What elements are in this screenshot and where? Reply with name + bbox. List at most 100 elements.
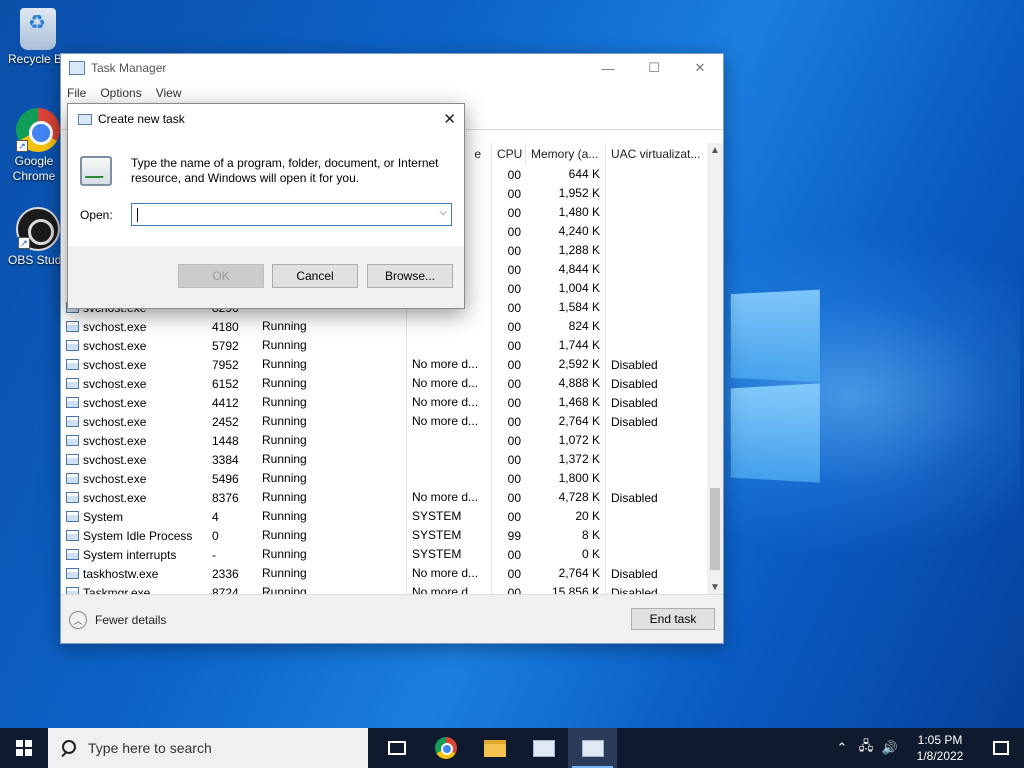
end-task-button[interactable]: End task: [631, 608, 715, 630]
table-row[interactable]: svchost.exe 4180 Running 00 824 K: [61, 317, 709, 336]
start-button[interactable]: [0, 728, 48, 768]
taskbar-task-manager[interactable]: [519, 728, 568, 768]
process-uac: Disabled: [611, 490, 658, 505]
table-row[interactable]: svchost.exe 2452 Running No more d... 00 2,76…: [61, 412, 709, 431]
taskbar-run-dialog[interactable]: [568, 728, 617, 768]
process-user: No more d...: [407, 355, 492, 374]
table-row[interactable]: svchost.exe 3384 Running 00 1,372 K: [61, 450, 709, 469]
volume-icon[interactable]: 🔊: [878, 740, 902, 756]
action-center-button[interactable]: [978, 741, 1024, 755]
dialog-titlebar[interactable]: Create new task: [68, 104, 464, 134]
process-user: No more d...: [407, 374, 492, 393]
window-title: Task Manager: [91, 61, 167, 75]
taskbar-chrome[interactable]: [421, 728, 470, 768]
process-cpu: 00: [507, 414, 521, 429]
desktop-icon-label: OBS Studio: [8, 253, 60, 267]
process-user: [407, 431, 492, 450]
scroll-up-arrow-icon[interactable]: ▲: [710, 145, 720, 156]
table-row[interactable]: System 4 Running SYSTEM 00 20 K: [61, 507, 709, 526]
table-row[interactable]: System interrupts - Running SYSTEM 00 0 K: [61, 545, 709, 564]
chevron-down-icon[interactable]: ⌵: [439, 207, 447, 218]
process-memory: 2,592 K: [526, 355, 606, 374]
scroll-down-arrow-icon[interactable]: ▼: [710, 582, 720, 593]
menu-view[interactable]: View: [156, 86, 182, 100]
task-manager-footer: ︿ Fewer details End task: [61, 594, 723, 643]
process-memory: 1,584 K: [526, 298, 606, 317]
process-name: svchost.exe: [83, 357, 147, 372]
table-row[interactable]: svchost.exe 8376 Running No more d... 00 4,72…: [61, 488, 709, 507]
text-caret: [137, 208, 138, 222]
process-icon: [66, 416, 79, 427]
table-row[interactable]: taskhostw.exe 2336 Running No more d... 00 2,…: [61, 564, 709, 583]
process-icon: [66, 435, 79, 446]
process-pid: 1448: [212, 433, 239, 448]
browse-button[interactable]: Browse...: [367, 264, 453, 288]
process-memory: 1,004 K: [526, 279, 606, 298]
shortcut-arrow-icon: ↗: [18, 237, 30, 249]
desktop-icon-google-chrome[interactable]: ↗ Google Chrome: [8, 108, 68, 184]
close-button[interactable]: ✕: [677, 54, 723, 82]
table-row[interactable]: svchost.exe 6152 Running No more d... 00 4,88…: [61, 374, 709, 393]
network-icon[interactable]: 🖧: [854, 737, 878, 759]
desktop-icon-recycle-bin[interactable]: Recycle Bin: [8, 8, 68, 67]
table-row[interactable]: svchost.exe 5792 Running 00 1,744 K: [61, 336, 709, 355]
table-row[interactable]: svchost.exe 5496 Running 00 1,800 K: [61, 469, 709, 488]
process-name: svchost.exe: [83, 395, 147, 410]
process-name-cell: svchost.exe: [61, 377, 207, 391]
column-header-cpu[interactable]: CPU: [492, 143, 526, 165]
dialog-app-icon: [78, 113, 92, 125]
obs-icon: ↗: [16, 207, 60, 251]
process-memory: 1,952 K: [526, 184, 606, 203]
table-row[interactable]: svchost.exe 7952 Running No more d... 00 2,59…: [61, 355, 709, 374]
search-icon: [60, 740, 76, 756]
process-icon: [66, 340, 79, 351]
desktop-icon-obs-studio[interactable]: ↗ OBS Studio: [8, 207, 68, 268]
process-uac: Disabled: [611, 357, 658, 372]
process-memory: 824 K: [526, 317, 606, 336]
process-status: Running: [257, 450, 407, 469]
chevron-up-icon[interactable]: ⌃: [830, 740, 854, 756]
process-name-cell: svchost.exe: [61, 358, 207, 372]
process-user: [407, 450, 492, 469]
table-row[interactable]: svchost.exe 1448 Running 00 1,072 K: [61, 431, 709, 450]
maximize-button[interactable]: ☐: [631, 54, 677, 82]
process-status: Running: [257, 507, 407, 526]
menu-file[interactable]: File: [67, 86, 86, 100]
process-name: System Idle Process: [83, 528, 193, 543]
clock[interactable]: 1:05 PM 1/8/2022: [902, 732, 978, 764]
open-combobox[interactable]: ⌵: [131, 203, 452, 226]
scrollbar-thumb[interactable]: [710, 488, 720, 570]
ok-button[interactable]: OK: [178, 264, 264, 288]
cancel-button[interactable]: Cancel: [272, 264, 358, 288]
vertical-scrollbar[interactable]: ▲ ▼: [707, 143, 723, 595]
process-cpu: 00: [507, 243, 521, 258]
process-status: Running: [257, 431, 407, 450]
taskbar-file-explorer[interactable]: [470, 728, 519, 768]
process-user: SYSTEM: [407, 507, 492, 526]
process-name-cell: taskhostw.exe: [61, 567, 207, 581]
open-input[interactable]: [132, 204, 422, 225]
process-status: Running: [257, 336, 407, 355]
process-pid: 2452: [212, 414, 239, 429]
minimize-button[interactable]: —: [585, 54, 631, 82]
process-name-cell: svchost.exe: [61, 453, 207, 467]
taskbar-search-box[interactable]: Type here to search: [48, 728, 368, 768]
process-icon: [66, 359, 79, 370]
open-label: Open:: [80, 208, 113, 222]
menu-options[interactable]: Options: [100, 86, 141, 100]
process-memory: 1,072 K: [526, 431, 606, 450]
process-name: taskhostw.exe: [83, 566, 159, 581]
process-pid: 2336: [212, 566, 239, 581]
fewer-details-link[interactable]: ︿ Fewer details: [69, 611, 166, 629]
process-memory: 20 K: [526, 507, 606, 526]
task-view-button[interactable]: [372, 728, 421, 768]
column-header-memory[interactable]: Memory (a...: [526, 143, 606, 165]
process-cpu: 00: [507, 376, 521, 391]
table-row[interactable]: System Idle Process 0 Running SYSTEM 99 8 K: [61, 526, 709, 545]
create-new-task-dialog[interactable]: Create new task ✕ Type the name of a pro…: [67, 103, 465, 309]
dialog-close-icon[interactable]: ✕: [443, 110, 456, 128]
table-row[interactable]: svchost.exe 4412 Running No more d... 00 1,46…: [61, 393, 709, 412]
process-name: svchost.exe: [83, 433, 147, 448]
column-header-uac[interactable]: UAC virtualizat...: [606, 143, 709, 165]
process-status: Running: [257, 317, 407, 336]
